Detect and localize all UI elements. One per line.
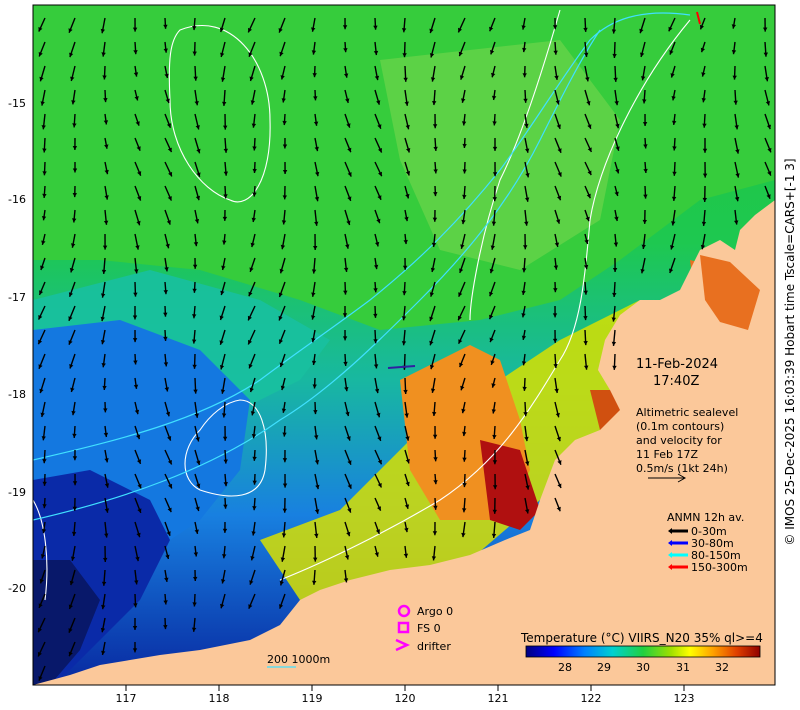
argo-legend-label: Argo 0 — [417, 605, 453, 618]
sst-map: 117 118 119 120 121 122 123 -15 -16 -17 … — [8, 4, 776, 705]
fs-legend-label: FS 0 — [417, 622, 441, 635]
lat-tick-16: -16 — [8, 193, 26, 206]
lon-tick-120: 120 — [395, 692, 416, 705]
altimetry-note-line5: 0.5m/s (1kt 24h) — [636, 462, 728, 475]
altimetry-note-line2: (0.1m contours) — [636, 420, 724, 433]
map-date: 11-Feb-2024 — [636, 357, 718, 372]
altimetry-note-line1: Altimetric sealevel — [636, 406, 738, 419]
colorbar-tick-29: 29 — [597, 661, 611, 674]
lon-tick-123: 123 — [674, 692, 695, 705]
colorbar-tick-30: 30 — [636, 661, 650, 674]
lat-tick-20: -20 — [8, 582, 26, 595]
colorbar-title: Temperature (°C) VIIRS_N20 35% ql>=4 — [520, 631, 763, 645]
map-time: 17:40Z — [653, 374, 699, 389]
credit-text: © IMOS 25-Dec-2025 16:03:39 Hobart time … — [783, 158, 797, 546]
colorbar — [525, 645, 761, 658]
mooring-legend-label: 150-300m — [691, 561, 748, 574]
colorbar-tick-28: 28 — [558, 661, 572, 674]
lat-tick-18: -18 — [8, 388, 26, 401]
lon-tick-118: 118 — [209, 692, 230, 705]
lat-tick-15: -15 — [8, 97, 26, 110]
latitude-axis: -15 -16 -17 -18 -19 -20 — [8, 97, 26, 595]
lon-tick-121: 121 — [488, 692, 509, 705]
lat-tick-19: -19 — [8, 486, 26, 499]
bathymetry-legend-label: 200 1000m — [267, 653, 330, 666]
drifter-legend-label: drifter — [417, 640, 451, 653]
altimetry-note-line4: 11 Feb 17Z — [636, 448, 698, 461]
altimetry-note-line3: and velocity for — [636, 434, 722, 447]
longitude-axis: 117 118 119 120 121 122 123 — [116, 685, 695, 705]
lon-tick-122: 122 — [581, 692, 602, 705]
colorbar-tick-31: 31 — [676, 661, 690, 674]
lon-tick-117: 117 — [116, 692, 137, 705]
lon-tick-119: 119 — [302, 692, 323, 705]
lat-tick-17: -17 — [8, 291, 26, 304]
mooring-legend-title: ANMN 12h av. — [667, 511, 744, 524]
colorbar-tick-32: 32 — [715, 661, 729, 674]
